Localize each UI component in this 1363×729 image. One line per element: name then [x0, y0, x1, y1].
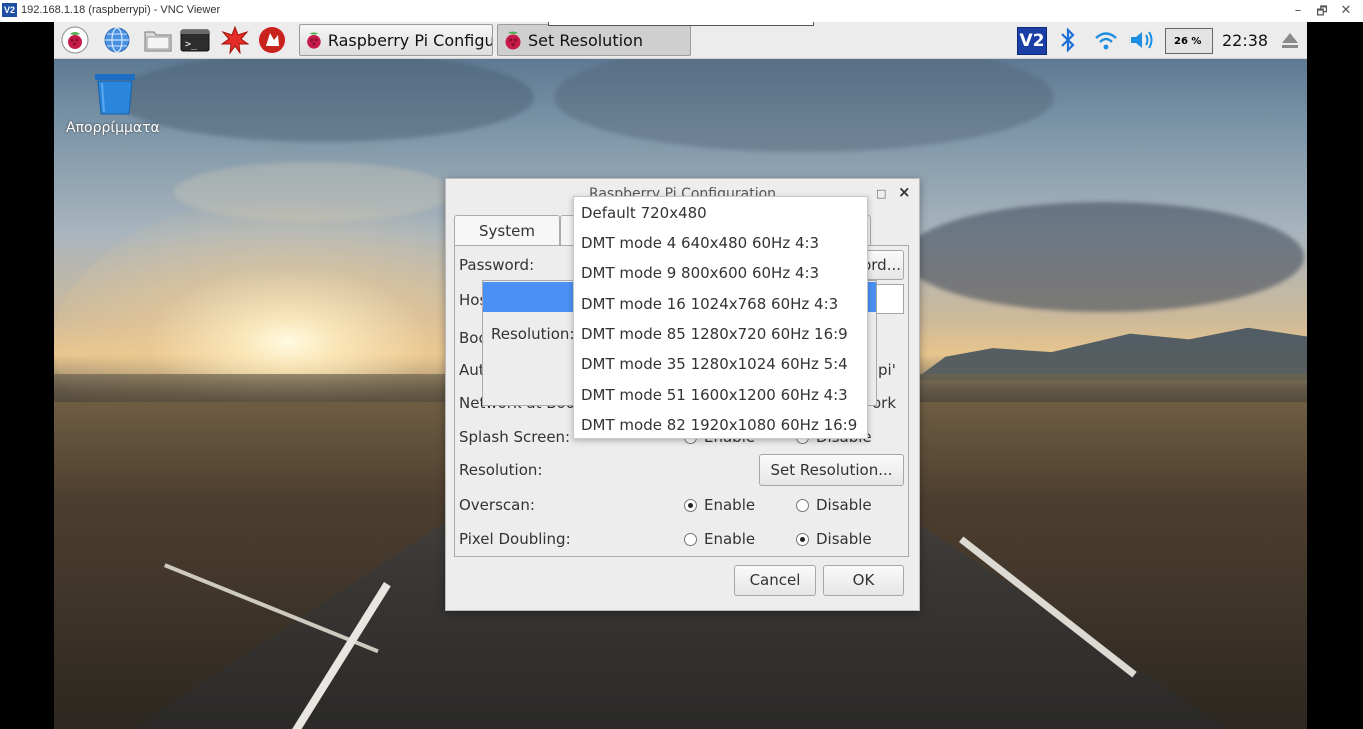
overscan-disable-radio[interactable]: Disable: [796, 496, 872, 514]
wifi-icon[interactable]: [1093, 26, 1121, 54]
mountains: [914, 327, 1307, 380]
radio-dot-selected: [684, 498, 697, 512]
set-resolution-button[interactable]: Set Resolution...: [759, 454, 904, 486]
taskbar: >_ Raspberry Pi Configu... Set Resolutio…: [54, 22, 1307, 59]
overscan-enable-radio[interactable]: Enable: [684, 496, 755, 514]
ok-button[interactable]: OK: [823, 565, 904, 596]
raspberry-pi-icon: [505, 31, 521, 50]
resolution-option[interactable]: DMT mode 4 640x480 60Hz 4:3: [581, 234, 819, 252]
svg-text:>_: >_: [185, 39, 198, 50]
resolution-option[interactable]: DMT mode 85 1280x720 60Hz 16:9: [581, 325, 848, 343]
radio-dot: [796, 498, 809, 512]
window-title: 192.168.1.18 (raspberrypi) - VNC Viewer: [21, 4, 221, 16]
task-set-resolution[interactable]: Set Resolution: [497, 24, 691, 56]
vnc-title-bar: V2 192.168.1.18 (raspberrypi) - VNC View…: [0, 0, 1363, 22]
trash-icon[interactable]: [94, 74, 136, 115]
close-button[interactable]: ✕: [1334, 2, 1358, 20]
tab-system[interactable]: System: [454, 215, 560, 245]
resolution-label: Resolution:: [459, 461, 543, 479]
splash-screen-label: Splash Screen:: [459, 428, 571, 446]
hostname-field[interactable]: [874, 284, 904, 314]
task-raspberry-pi-configuration[interactable]: Raspberry Pi Configu...: [299, 24, 493, 56]
raspberry-menu-icon[interactable]: [61, 26, 89, 54]
restore-button[interactable]: 🗗: [1310, 2, 1334, 20]
pixel-doubling-enable-radio[interactable]: Enable: [684, 530, 755, 548]
cpu-monitor[interactable]: 26 %: [1165, 28, 1213, 54]
resolution-option[interactable]: Default 720x480: [581, 204, 707, 222]
vnc-logo-icon: V2: [2, 3, 17, 17]
radio-dot: [684, 532, 697, 546]
resolution-option[interactable]: DMT mode 51 1600x1200 60Hz 4:3: [581, 386, 848, 404]
resolution-option[interactable]: DMT mode 35 1280x1024 60Hz 5:4: [581, 355, 848, 373]
task-label: Raspberry Pi Configu...: [327, 30, 492, 50]
cancel-button[interactable]: Cancel: [734, 565, 816, 596]
resolution-option[interactable]: DMT mode 16 1024x768 60Hz 4:3: [581, 295, 838, 313]
file-manager-icon[interactable]: [143, 26, 172, 54]
mathematica-icon[interactable]: [220, 25, 250, 55]
eject-icon[interactable]: [1280, 28, 1308, 56]
taskbar-placeholder: [548, 22, 814, 26]
terminal-icon[interactable]: >_: [180, 26, 210, 54]
web-browser-icon[interactable]: [103, 26, 131, 54]
resolution-dropdown-menu: Default 720x480 DMT mode 4 640x480 60Hz …: [573, 196, 868, 439]
resolution-option[interactable]: DMT mode 9 800x600 60Hz 4:3: [581, 264, 819, 282]
volume-icon[interactable]: [1128, 26, 1156, 54]
radio-dot-selected: [796, 532, 809, 546]
overscan-label: Overscan:: [459, 496, 535, 514]
minimize-button[interactable]: –: [1286, 2, 1310, 20]
password-label: Password:: [459, 256, 535, 274]
resolution-dialog-label: Resolution:: [491, 325, 575, 343]
vnc-server-tray-icon[interactable]: V2: [1017, 27, 1047, 55]
auto-login-text: pi': [878, 361, 896, 379]
wolfram-icon[interactable]: [258, 26, 286, 54]
clock[interactable]: 22:38: [1222, 31, 1268, 50]
resolution-option[interactable]: DMT mode 82 1920x1080 60Hz 16:9: [581, 416, 857, 434]
close-icon[interactable]: ×: [898, 183, 911, 201]
maximize-icon[interactable]: □: [876, 187, 886, 200]
pixel-doubling-label: Pixel Doubling:: [459, 530, 571, 548]
task-label: Set Resolution: [528, 30, 643, 50]
viewer-margin-left: [0, 22, 54, 729]
raspberry-pi-icon: [307, 32, 321, 49]
pixel-doubling-disable-radio[interactable]: Disable: [796, 530, 872, 548]
auto-login-label: Aut: [459, 361, 485, 379]
trash-label[interactable]: Απορρίμματα: [66, 120, 166, 136]
bluetooth-icon[interactable]: [1058, 26, 1086, 54]
viewer-margin-right: [1307, 22, 1363, 729]
